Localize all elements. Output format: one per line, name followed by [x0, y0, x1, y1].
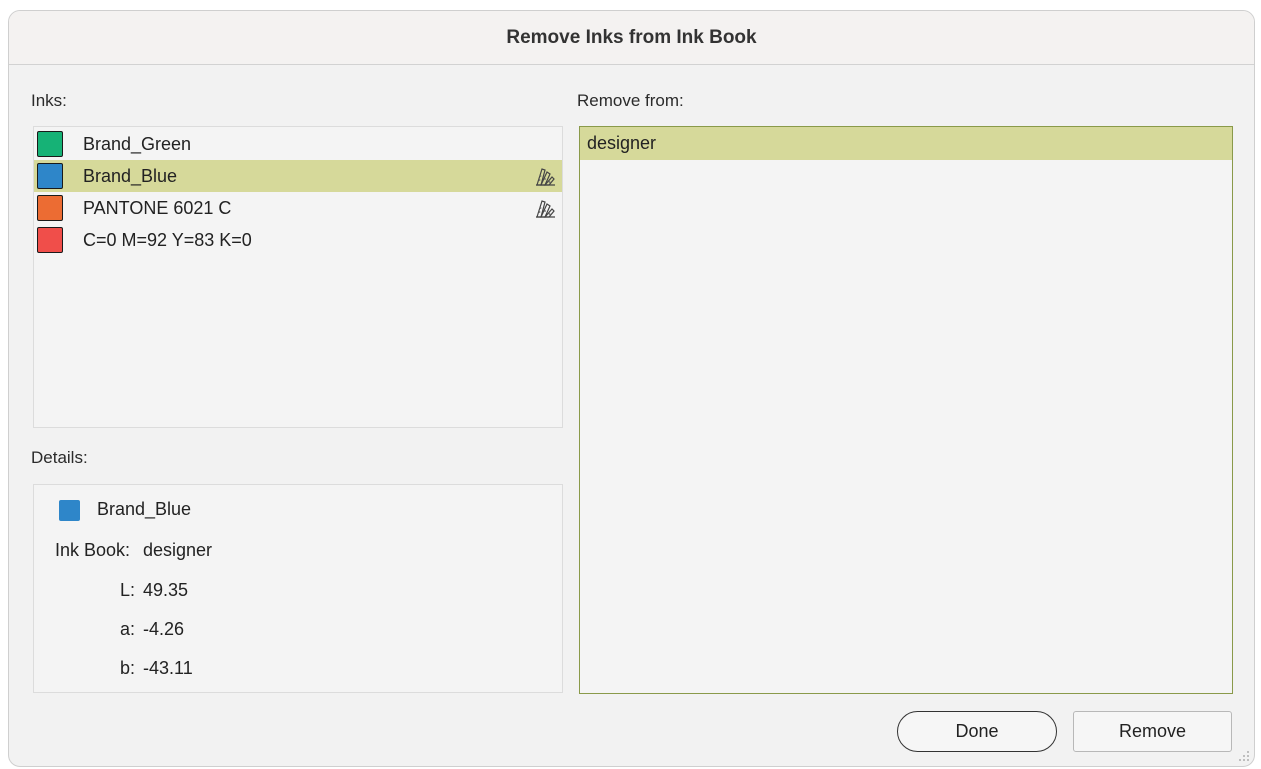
ink-name: C=0 M=92 Y=83 K=0 — [83, 229, 252, 250]
details-panel: Brand_Blue Ink Book: designer L: 49.35 a… — [33, 484, 563, 693]
ink-row-pantone-6021c[interactable]: PANTONE 6021 C — [34, 192, 562, 224]
ink-row-brand-green[interactable]: Brand_Green — [34, 128, 562, 160]
remove-inks-dialog: Remove Inks from Ink Book Inks: Remove f… — [8, 10, 1255, 767]
remove-button[interactable]: Remove — [1073, 711, 1232, 752]
resize-grip-icon[interactable] — [1238, 750, 1250, 762]
details-swatch — [59, 500, 80, 521]
details-a-value: -4.26 — [143, 619, 185, 639]
ink-name: Brand_Blue — [83, 165, 178, 186]
inks-list[interactable]: Brand_Green Brand_Blue PANTONE 6021 C C=… — [33, 126, 563, 428]
color-library-icon — [536, 200, 555, 218]
ink-name: Brand_Green — [83, 133, 192, 154]
ink-row-cmyk-red[interactable]: C=0 M=92 Y=83 K=0 — [34, 224, 562, 256]
dialog-title: Remove Inks from Ink Book — [9, 11, 1254, 65]
ink-swatch — [37, 227, 63, 253]
remove-from-list[interactable]: designer — [579, 126, 1233, 694]
details-b-label: b: — [120, 658, 136, 678]
ink-swatch — [37, 131, 63, 157]
inks-label: Inks: — [31, 91, 67, 110]
remove-from-label: Remove from: — [577, 91, 684, 110]
remove-from-item-designer[interactable]: designer — [580, 127, 1232, 160]
ink-name: PANTONE 6021 C — [83, 197, 232, 218]
ink-swatch — [37, 163, 63, 189]
details-ink-book-value: designer — [143, 540, 213, 560]
ink-swatch — [37, 195, 63, 221]
details-ink-name: Brand_Blue — [97, 499, 192, 519]
ink-row-brand-blue[interactable]: Brand_Blue — [34, 160, 562, 192]
details-label: Details: — [31, 448, 88, 467]
details-b-value: -43.11 — [143, 658, 193, 678]
details-l-label: L: — [120, 580, 136, 600]
details-ink-book-label: Ink Book: — [55, 540, 131, 560]
details-l-value: 49.35 — [143, 580, 189, 600]
color-library-icon — [536, 168, 555, 186]
details-a-label: a: — [120, 619, 136, 639]
done-button[interactable]: Done — [897, 711, 1057, 752]
